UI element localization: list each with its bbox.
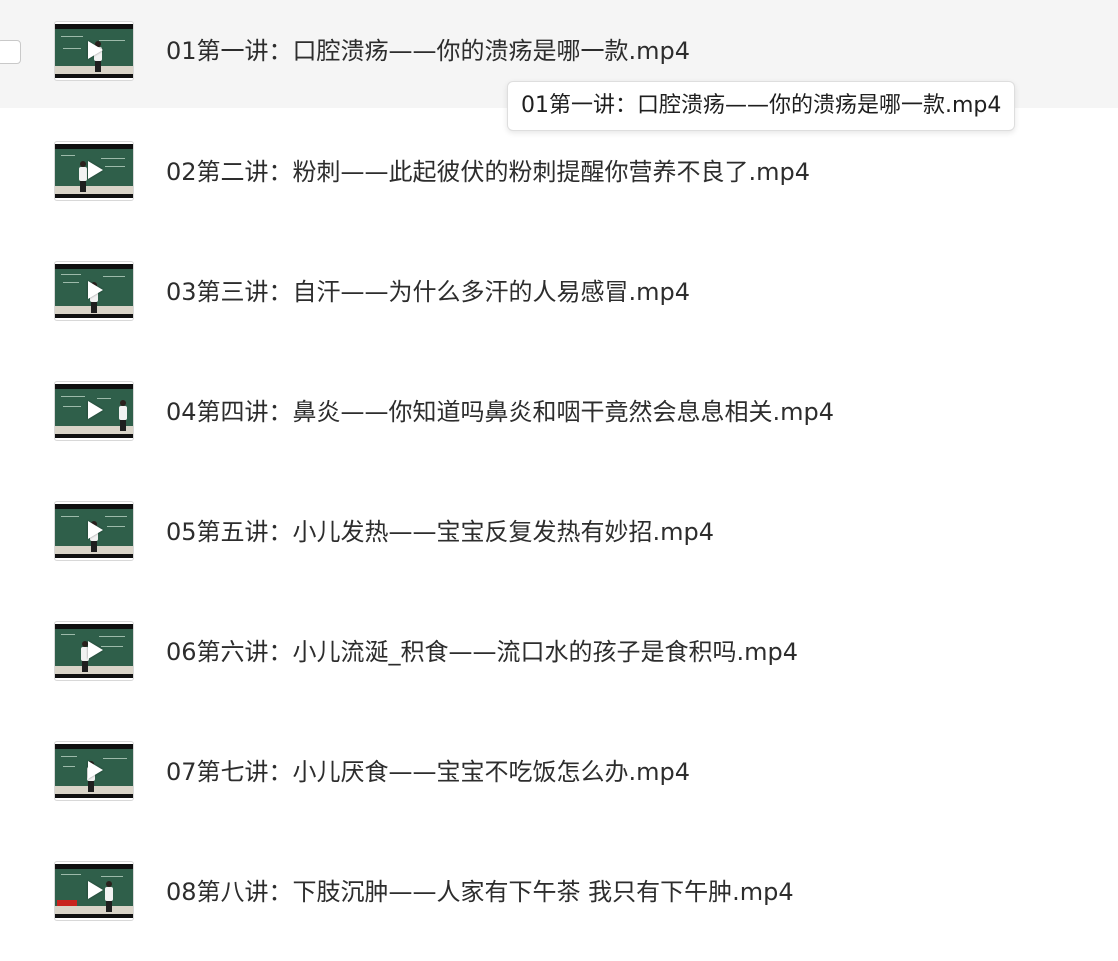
play-icon (88, 641, 103, 659)
file-name[interactable]: 01第一讲：口腔溃疡——你的溃疡是哪一款.mp4 (166, 35, 690, 67)
video-thumbnail[interactable] (55, 862, 133, 920)
file-name[interactable]: 07第七讲：小儿厌食——宝宝不吃饭怎么办.mp4 (166, 756, 690, 788)
file-row[interactable]: 05第五讲：小儿发热——宝宝反复发热有妙招.mp4 (0, 480, 1118, 588)
video-thumbnail[interactable] (55, 262, 133, 320)
video-thumbnail[interactable] (55, 622, 133, 680)
play-icon (88, 521, 103, 539)
video-thumbnail[interactable] (55, 502, 133, 560)
file-name[interactable]: 06第六讲：小儿流涎_积食——流口水的孩子是食积吗.mp4 (166, 636, 798, 668)
video-thumbnail[interactable] (55, 742, 133, 800)
file-row[interactable]: 04第四讲：鼻炎——你知道吗鼻炎和咽干竟然会息息相关.mp4 (0, 360, 1118, 468)
file-list: 01第一讲：口腔溃疡——你的溃疡是哪一款.mp4 02第二讲：粉刺——此起彼伏的… (0, 0, 1118, 961)
row-checkbox[interactable] (0, 40, 21, 64)
play-icon (88, 761, 103, 779)
video-thumbnail[interactable] (55, 142, 133, 200)
play-icon (88, 161, 103, 179)
file-name-tooltip: 01第一讲：口腔溃疡——你的溃疡是哪一款.mp4 (507, 81, 1016, 131)
file-name[interactable]: 08第八讲：下肢沉肿——人家有下午茶 我只有下午肿.mp4 (166, 876, 794, 908)
play-icon (88, 881, 103, 899)
file-name[interactable]: 05第五讲：小儿发热——宝宝反复发热有妙招.mp4 (166, 516, 714, 548)
file-row[interactable]: 06第六讲：小儿流涎_积食——流口水的孩子是食积吗.mp4 (0, 600, 1118, 708)
file-name[interactable]: 03第三讲：自汗——为什么多汗的人易感冒.mp4 (166, 276, 690, 308)
play-icon (88, 41, 103, 59)
video-thumbnail[interactable] (55, 22, 133, 80)
video-thumbnail[interactable] (55, 382, 133, 440)
file-row[interactable]: 02第二讲：粉刺——此起彼伏的粉刺提醒你营养不良了.mp4 (0, 120, 1118, 228)
play-icon (88, 401, 103, 419)
play-icon (88, 281, 103, 299)
file-row[interactable]: 08第八讲：下肢沉肿——人家有下午茶 我只有下午肿.mp4 (0, 840, 1118, 948)
file-row[interactable]: 07第七讲：小儿厌食——宝宝不吃饭怎么办.mp4 (0, 720, 1118, 828)
file-name[interactable]: 04第四讲：鼻炎——你知道吗鼻炎和咽干竟然会息息相关.mp4 (166, 396, 834, 428)
file-name[interactable]: 02第二讲：粉刺——此起彼伏的粉刺提醒你营养不良了.mp4 (166, 156, 810, 188)
file-row[interactable]: 03第三讲：自汗——为什么多汗的人易感冒.mp4 (0, 240, 1118, 348)
